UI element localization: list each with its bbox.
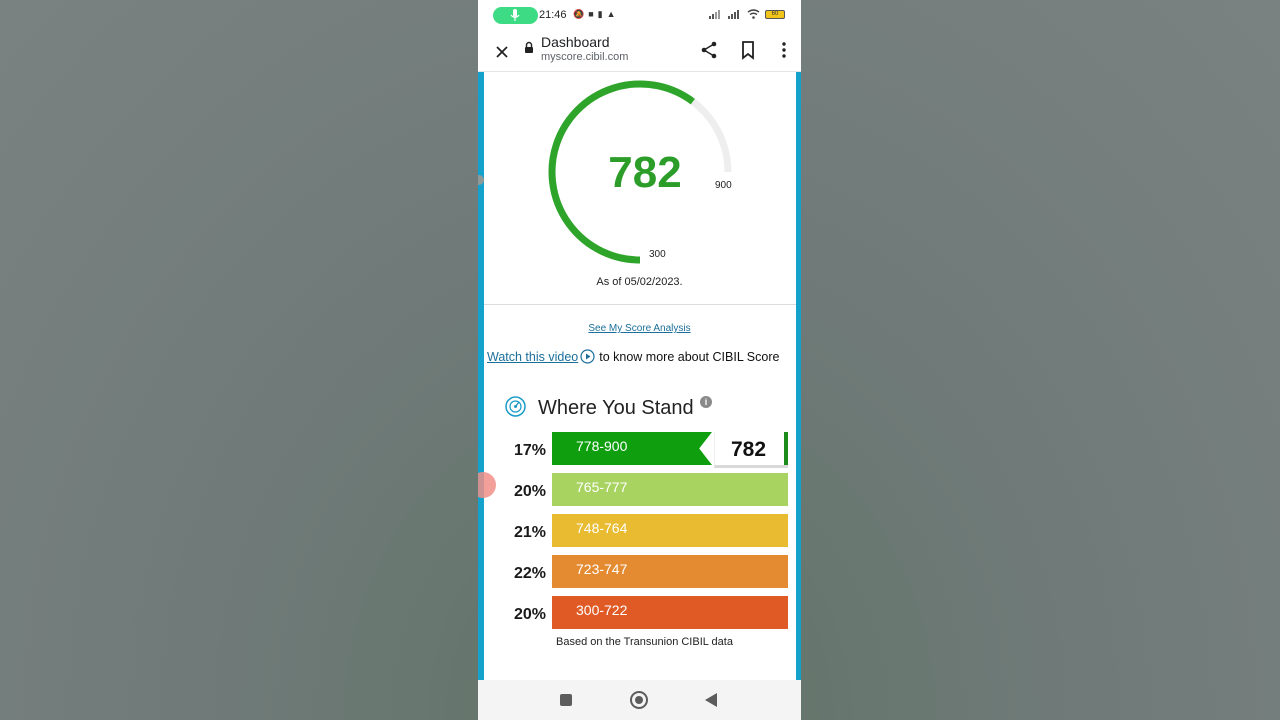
score-date: As of 05/02/2023. <box>596 276 683 288</box>
back-button[interactable] <box>705 693 717 707</box>
wifi-icon <box>747 9 760 19</box>
score-analysis-link[interactable]: See My Score Analysis <box>478 323 801 334</box>
band-range: 778-900 <box>576 438 628 454</box>
band-range: 723-747 <box>576 561 628 577</box>
data-source-note: Based on the Transunion CIBIL data <box>556 636 733 648</box>
score-analysis-label[interactable]: See My Score Analysis <box>588 323 690 334</box>
share-icon <box>701 41 717 59</box>
score-marker-bar <box>784 432 788 465</box>
band-range: 748-764 <box>576 520 628 536</box>
system-nav-bar <box>478 680 801 720</box>
microphone-icon <box>510 9 520 21</box>
band-percentage: 20% <box>514 483 547 500</box>
score-band-row: 20% 300-722 <box>478 596 801 630</box>
user-score-value: 782 <box>731 438 767 461</box>
play-icon[interactable] <box>580 349 595 364</box>
credit-score: 782 <box>608 148 682 197</box>
score-band-row: 20% 765-777 <box>478 473 801 507</box>
user-score-marker: 782 <box>714 432 788 468</box>
signal-icon-2 <box>728 9 739 19</box>
close-button[interactable] <box>490 40 514 64</box>
video-row: Watch this video to know more about CIBI… <box>487 349 779 364</box>
phone-screen: 21:46 🔕 ■ ▮ ▲ 60 Dashboard myscore.cibil… <box>478 0 801 720</box>
status-time: 21:46 <box>539 9 567 21</box>
notification-icons: 🔕 ■ ▮ ▲ <box>573 9 616 20</box>
band-percentage: 20% <box>514 606 547 623</box>
more-vertical-icon <box>782 42 786 58</box>
close-icon <box>496 46 508 58</box>
page-url[interactable]: myscore.cibil.com <box>541 51 628 63</box>
band-bar: 300-722 <box>552 596 788 629</box>
more-options-button[interactable] <box>772 38 796 62</box>
page-title: Dashboard <box>541 34 610 50</box>
mic-indicator[interactable] <box>493 7 538 24</box>
trash-icon: ▮ <box>597 9 603 19</box>
share-button[interactable] <box>697 38 721 62</box>
band-bar: 723-747 <box>552 555 788 588</box>
video-camera-icon: ■ <box>588 9 594 19</box>
target-icon <box>505 396 526 417</box>
home-button[interactable] <box>630 691 648 709</box>
battery-icon: 60 <box>765 9 785 19</box>
band-percentage: 17% <box>514 442 547 459</box>
warning-icon: ▲ <box>606 9 616 19</box>
gauge-max-label: 900 <box>715 180 732 191</box>
band-bar: 778-900 <box>552 432 712 465</box>
score-band-row: 22% 723-747 <box>478 555 801 589</box>
where-you-stand-title: Where You Stand <box>538 397 694 419</box>
recent-apps-button[interactable] <box>560 694 572 706</box>
band-bar: 748-764 <box>552 514 788 547</box>
bookmark-icon <box>742 41 754 60</box>
divider <box>484 304 796 305</box>
band-range: 300-722 <box>576 602 628 618</box>
signal-icon <box>709 9 720 19</box>
muted-bell-icon: 🔕 <box>573 9 585 19</box>
band-percentage: 21% <box>514 524 547 541</box>
browser-toolbar: Dashboard myscore.cibil.com <box>478 32 801 72</box>
gauge-min-label: 300 <box>649 249 666 260</box>
score-band-row: 21% 748-764 <box>478 514 801 548</box>
info-icon[interactable]: i <box>700 396 712 408</box>
page-content[interactable]: 782 900 300 As of 05/02/2023. See My Sco… <box>478 72 801 680</box>
status-bar: 21:46 🔕 ■ ▮ ▲ 60 <box>478 0 801 32</box>
bookmark-button[interactable] <box>736 38 760 62</box>
watch-video-link[interactable]: Watch this video <box>487 350 578 364</box>
band-percentage: 22% <box>514 565 547 582</box>
band-bar: 765-777 <box>552 473 788 506</box>
video-description: to know more about CIBIL Score <box>599 349 780 364</box>
band-range: 765-777 <box>576 479 628 495</box>
lock-icon <box>525 41 533 53</box>
status-right-icons: 60 <box>709 9 785 19</box>
